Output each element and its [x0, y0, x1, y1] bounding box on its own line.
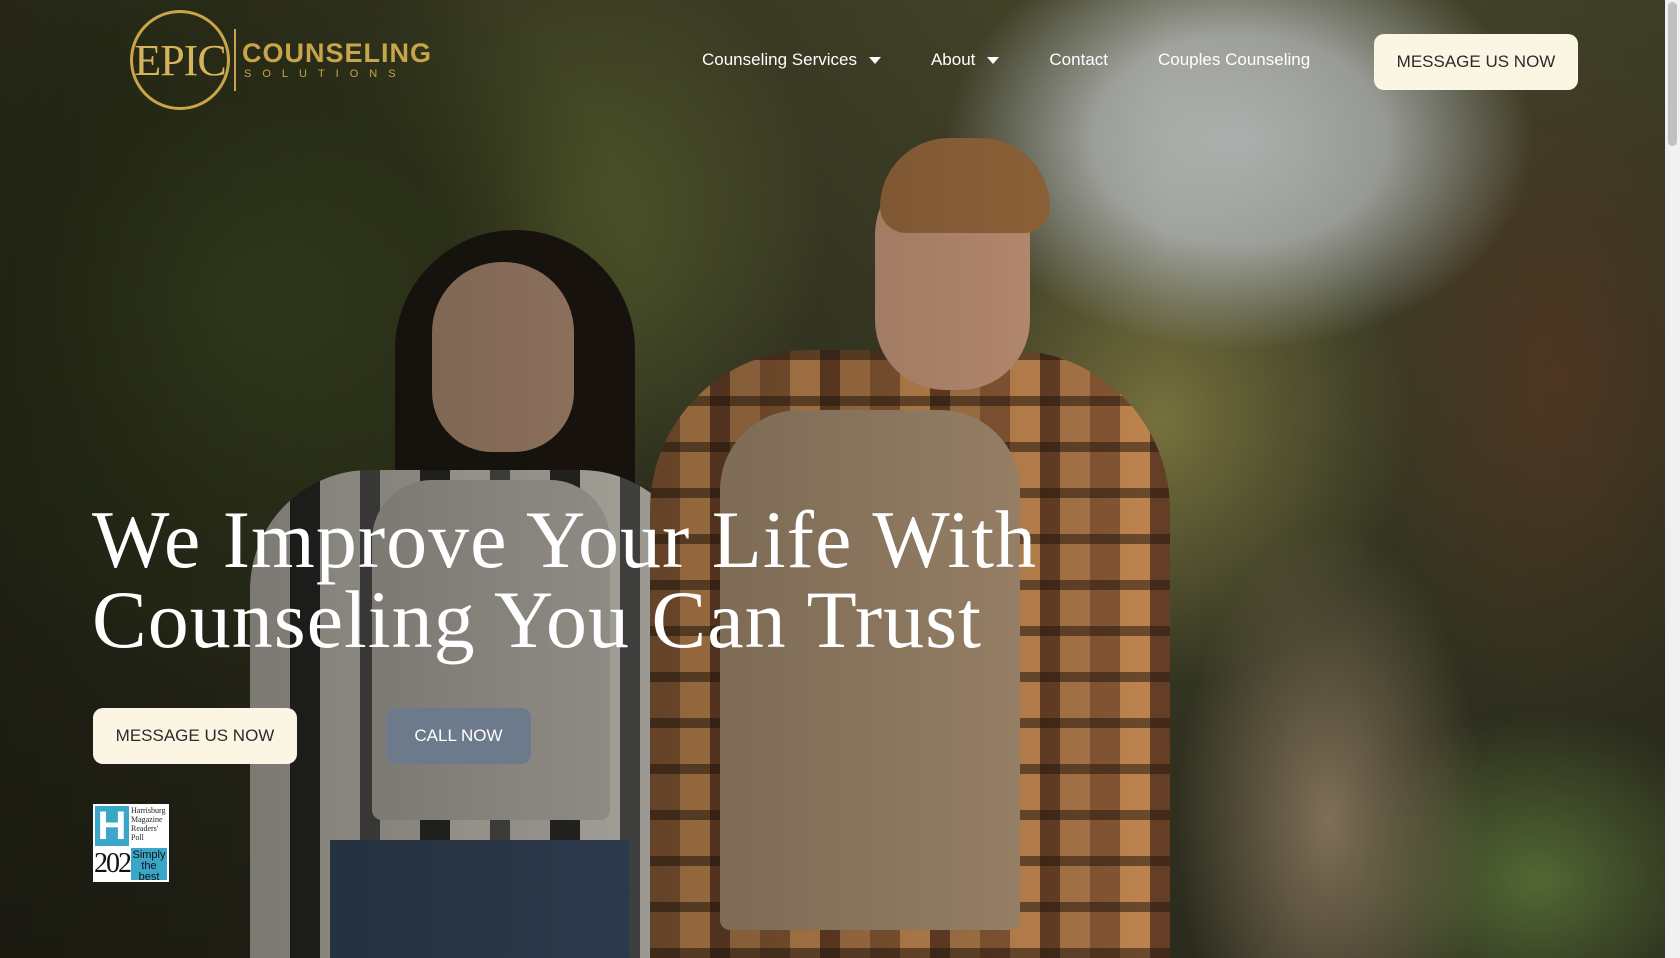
scrollbar-thumb[interactable]: [1668, 2, 1677, 146]
nav-item-counseling-services[interactable]: Counseling Services: [702, 50, 881, 70]
award-badge: H Harrisburg Magazine Readers' Poll 2021…: [93, 804, 169, 882]
hero-heading: We Improve Your Life With Counseling You…: [92, 499, 1052, 661]
badge-award: Simply the best: [131, 848, 167, 882]
nav-item-contact[interactable]: Contact: [1049, 50, 1108, 70]
hero-heading-line-1: We Improve Your Life With: [92, 494, 1038, 585]
site-logo[interactable]: EPIC COUNSELING SOLUTIONS: [130, 10, 432, 110]
nav-item-label: Couples Counseling: [1158, 50, 1311, 69]
nav-item-label: About: [930, 50, 976, 69]
logo-word: COUNSELING: [242, 38, 433, 68]
badge-logo-letter: H: [95, 806, 129, 846]
nav-item-couples-counseling[interactable]: Couples Counseling: [1158, 50, 1310, 70]
header-message-us-button[interactable]: MESSAGE US NOW: [1374, 34, 1578, 90]
hero-overlay: [0, 0, 1665, 958]
main-navigation: Counseling Services About Contact Couple…: [702, 50, 1360, 70]
nav-item-label: Counseling Services: [702, 50, 857, 69]
logo-wordmark: COUNSELING SOLUTIONS: [242, 39, 432, 81]
hero-message-us-button[interactable]: MESSAGE US NOW: [93, 708, 297, 764]
badge-publication: Harrisburg Magazine Readers' Poll: [131, 806, 166, 842]
chevron-down-icon: [868, 56, 881, 64]
page: EPIC COUNSELING SOLUTIONS Counseling Ser…: [0, 0, 1680, 958]
logo-divider: [234, 29, 236, 91]
logo-tagline: SOLUTIONS: [244, 68, 407, 80]
logo-mark-text: EPIC: [134, 35, 226, 85]
hero-heading-line-2: Counseling You Can Trust: [92, 574, 982, 665]
chevron-down-icon: [987, 56, 1000, 64]
nav-item-about[interactable]: About: [930, 50, 1000, 70]
logo-emblem: EPIC: [130, 10, 230, 110]
hero-call-now-button[interactable]: CALL NOW: [386, 708, 531, 764]
page-scrollbar[interactable]: [1665, 0, 1680, 958]
nav-item-label: Contact: [1049, 50, 1108, 69]
